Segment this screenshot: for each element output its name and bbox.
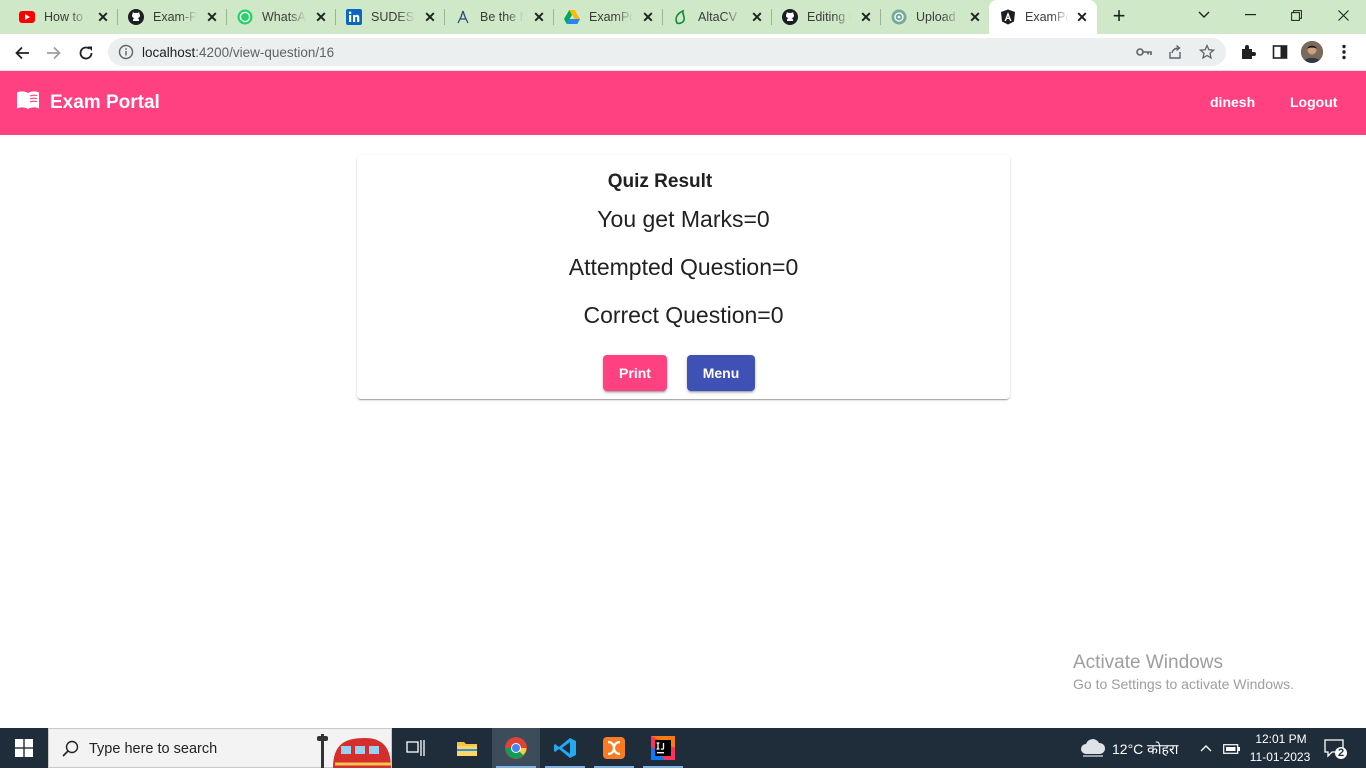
- logout-button[interactable]: Logout: [1290, 94, 1337, 110]
- quiz-result-card: Quiz Result You get Marks=0 Attempted Qu…: [357, 155, 1010, 399]
- browser-tab-strip: How to c ✕ Exam-Po ✕ WhatsAp ✕ SUDESH ✕ …: [0, 0, 1366, 34]
- github-icon: [128, 9, 144, 25]
- battery-icon[interactable]: [1223, 742, 1241, 760]
- close-icon[interactable]: ✕: [532, 10, 546, 24]
- card-title: Quiz Result: [607, 171, 713, 192]
- notification-count: 2: [1337, 747, 1345, 759]
- vscode-icon[interactable]: [541, 728, 589, 768]
- browser-tab[interactable]: Editing C ✕: [763, 0, 881, 34]
- tab-title: AltaCV |: [698, 10, 742, 24]
- browser-tab[interactable]: SUDESH ✕: [327, 0, 445, 34]
- tab-title: Be the N: [480, 10, 524, 24]
- side-panel-icon[interactable]: [1269, 41, 1291, 63]
- weather-cloud-icon[interactable]: [1080, 737, 1106, 762]
- chevron-up-icon[interactable]: [1199, 741, 1213, 759]
- close-icon[interactable]: ✕: [968, 10, 982, 24]
- task-view-icon[interactable]: [392, 728, 440, 768]
- correct-text: Correct Question=0: [583, 302, 784, 328]
- browser-toolbar: localhost:4200/view-question/16: [0, 34, 1366, 71]
- tab-title: WhatsAp: [262, 10, 306, 24]
- tab-title: Upload |: [916, 10, 960, 24]
- chrome-icon[interactable]: [492, 728, 540, 768]
- overleaf-icon: [673, 9, 689, 25]
- attempted-text: Attempted Question=0: [568, 254, 799, 280]
- openai-icon: [891, 9, 907, 25]
- forward-button[interactable]: [41, 40, 67, 66]
- intellij-icon[interactable]: [639, 728, 687, 768]
- profile-avatar[interactable]: [1301, 41, 1323, 63]
- url-text: localhost:4200/view-question/16: [142, 45, 334, 60]
- address-bar[interactable]: localhost:4200/view-question/16: [108, 38, 1226, 66]
- brand[interactable]: Exam Portal: [16, 90, 160, 115]
- app-title: Exam Portal: [50, 91, 160, 113]
- url-path: :4200/view-question/16: [195, 45, 335, 60]
- browser-tab[interactable]: WhatsAp ✕: [218, 0, 336, 34]
- browser-tab[interactable]: How to c ✕: [0, 0, 118, 34]
- search-highlight-illustration-icon: [315, 730, 393, 773]
- windows-taskbar: Type here to search 12°C कोहरा 12:01 PM …: [0, 728, 1366, 768]
- extensions-icon[interactable]: [1237, 41, 1259, 63]
- clock-time[interactable]: 12:01 PM: [1252, 732, 1310, 746]
- share-icon[interactable]: [1166, 43, 1184, 61]
- xampp-icon[interactable]: [590, 728, 638, 768]
- marks-text: You get Marks=0: [597, 206, 770, 232]
- tab-title: How to c: [44, 10, 88, 24]
- reload-button[interactable]: [73, 40, 99, 66]
- tab-title: ExamPor: [589, 10, 633, 24]
- close-icon[interactable]: ✕: [641, 10, 655, 24]
- hackerrank-icon: [455, 9, 471, 25]
- tab-title: Exam-Po: [153, 10, 197, 24]
- youtube-icon: [19, 9, 35, 25]
- url-host: localhost: [142, 45, 196, 60]
- close-icon[interactable]: ✕: [1075, 10, 1089, 24]
- site-info-icon[interactable]: [118, 44, 134, 60]
- close-icon[interactable]: ✕: [423, 10, 437, 24]
- tab-title: Editing C: [807, 10, 851, 24]
- new-tab-button[interactable]: +: [1108, 5, 1130, 28]
- search-placeholder: Type here to search: [89, 741, 218, 757]
- activate-windows-title: Activate Windows: [1073, 652, 1223, 673]
- clock-date[interactable]: 11-01-2023: [1248, 750, 1312, 764]
- print-button[interactable]: Print: [603, 355, 667, 391]
- angular-icon: [1000, 9, 1016, 25]
- close-icon[interactable]: ✕: [859, 10, 873, 24]
- browser-tab-active[interactable]: ExamPor ✕: [989, 0, 1097, 34]
- menu-button[interactable]: Menu: [687, 355, 755, 391]
- search-icon: [61, 739, 81, 759]
- close-window-button[interactable]: [1320, 0, 1366, 30]
- username-link[interactable]: dinesh: [1210, 94, 1255, 110]
- tab-title: ExamPor: [1025, 10, 1069, 24]
- github-icon: [782, 9, 798, 25]
- close-icon[interactable]: ✕: [750, 10, 764, 24]
- start-button[interactable]: [0, 728, 48, 768]
- restore-button[interactable]: [1273, 0, 1319, 30]
- browser-tab[interactable]: Exam-Po ✕: [109, 0, 227, 34]
- whatsapp-icon: [237, 9, 253, 25]
- minimize-button[interactable]: [1227, 0, 1273, 30]
- close-icon[interactable]: ✕: [96, 10, 110, 24]
- bookmark-star-icon[interactable]: [1198, 43, 1216, 61]
- back-button[interactable]: [9, 40, 35, 66]
- key-icon[interactable]: [1135, 43, 1153, 61]
- chrome-menu-icon[interactable]: [1333, 41, 1355, 63]
- browser-tab[interactable]: Be the N ✕: [436, 0, 554, 34]
- menu-book-icon: [16, 90, 40, 115]
- tab-title: SUDESH: [371, 10, 415, 24]
- browser-tab[interactable]: AltaCV | ✕: [654, 0, 772, 34]
- linkedin-icon: [346, 9, 362, 25]
- browser-tab[interactable]: Upload | ✕: [872, 0, 990, 34]
- activate-windows-subtitle: Go to Settings to activate Windows.: [1073, 676, 1294, 692]
- browser-tab[interactable]: ExamPor ✕: [545, 0, 663, 34]
- google-drive-icon: [564, 9, 580, 25]
- close-icon[interactable]: ✕: [314, 10, 328, 24]
- weather-text[interactable]: 12°C कोहरा: [1112, 740, 1178, 759]
- file-explorer-icon[interactable]: [443, 728, 491, 768]
- taskbar-search[interactable]: Type here to search: [48, 728, 392, 768]
- close-icon[interactable]: ✕: [205, 10, 219, 24]
- app-toolbar: Exam Portal dinesh Logout: [0, 71, 1366, 135]
- tab-search-button[interactable]: [1181, 0, 1227, 30]
